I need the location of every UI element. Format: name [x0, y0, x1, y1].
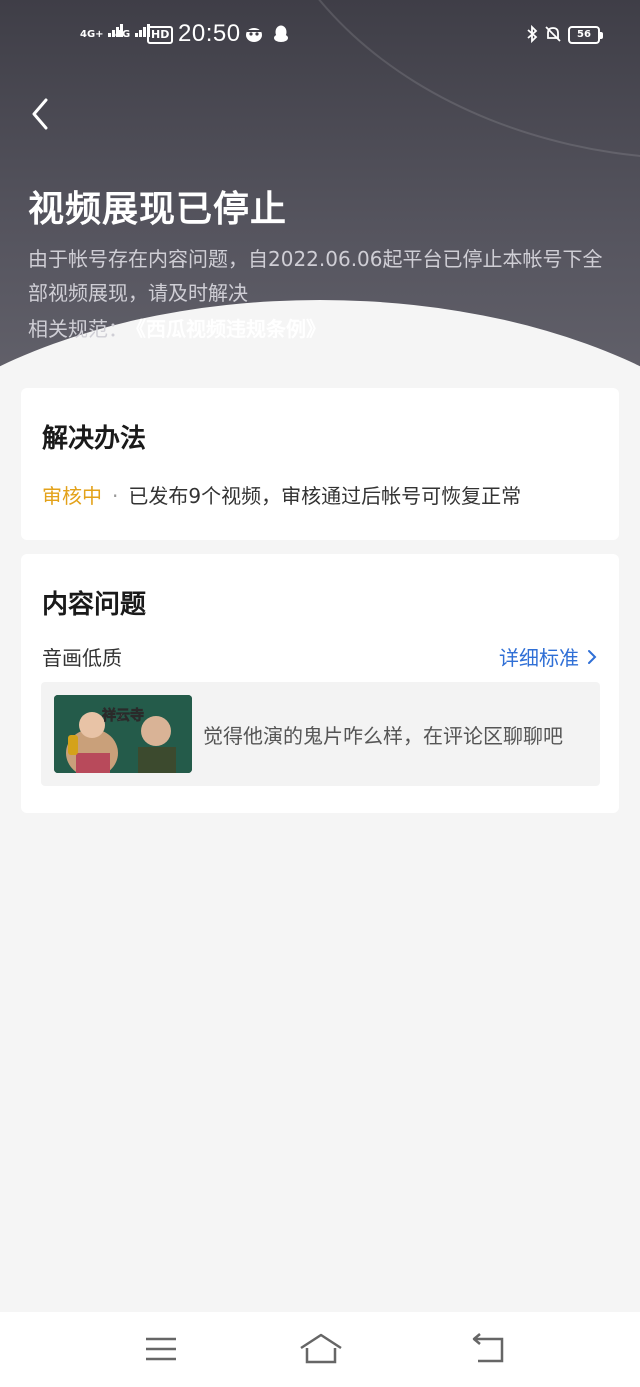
video-list-item[interactable]: 祥云寺 觉得他演的鬼片咋么样，在评论区聊聊吧 [41, 682, 600, 786]
system-navigation-bar [0, 1312, 640, 1387]
mute-icon [545, 26, 561, 42]
problem-title: 内容问题 [42, 590, 147, 620]
solution-status-line: 审核中 · 已发布9个视频，审核通过后帐号可恢复正常 [42, 480, 521, 509]
page-title: 视频展现已停止 [28, 189, 288, 230]
video-thumbnail[interactable]: 祥云寺 [54, 695, 192, 773]
back-button[interactable] [26, 94, 58, 134]
solution-title: 解决办法 [42, 424, 147, 454]
signal-icon: 4G [115, 24, 150, 40]
battery-icon: 56 [568, 26, 603, 44]
separator: · [112, 484, 119, 508]
solution-card: 解决办法 审核中 · 已发布9个视频，审核通过后帐号可恢复正常 [21, 388, 619, 540]
thumbnail-text: 祥云寺 [102, 708, 145, 725]
back-nav-icon[interactable] [468, 1332, 508, 1366]
home-icon[interactable] [298, 1332, 344, 1366]
detail-standards-link[interactable]: 详细标准 [499, 642, 597, 671]
problem-card: 内容问题 音画低质 详细标准 祥云寺 觉得他演的鬼片咋么样，在评论区聊聊吧 [21, 554, 619, 813]
issue-type-label: 音画低质 [42, 646, 122, 670]
network-type-2: 4G [115, 29, 131, 40]
detail-link-label: 详细标准 [499, 646, 579, 670]
app-notification-icon [246, 28, 262, 42]
qq-icon [274, 25, 288, 42]
review-status-badge: 审核中 [42, 484, 102, 508]
chevron-right-icon [588, 649, 597, 664]
clock: 20:50 [178, 20, 241, 47]
network-type-1: 4G+ [80, 29, 104, 40]
hd-voice-icon: HD [147, 26, 174, 44]
bluetooth-icon [527, 24, 538, 44]
status-bar: 4G+ 4G HD 20:50 56 [0, 18, 640, 54]
rule-link[interactable]: 《西瓜视频违规条例》 [136, 317, 326, 341]
rule-prefix: 相关规范： [28, 317, 128, 341]
suspension-description: 由于帐号存在内容问题，自2022.06.06起平台已停止本帐号下全部视频展现，请… [28, 247, 603, 305]
menu-icon[interactable] [141, 1332, 181, 1366]
video-title: 觉得他演的鬼片咋么样，在评论区聊聊吧 [203, 724, 563, 748]
solution-message: 已发布9个视频，审核通过后帐号可恢复正常 [128, 484, 522, 508]
related-rules: 相关规范： 《西瓜视频违规条例》 [28, 313, 326, 342]
